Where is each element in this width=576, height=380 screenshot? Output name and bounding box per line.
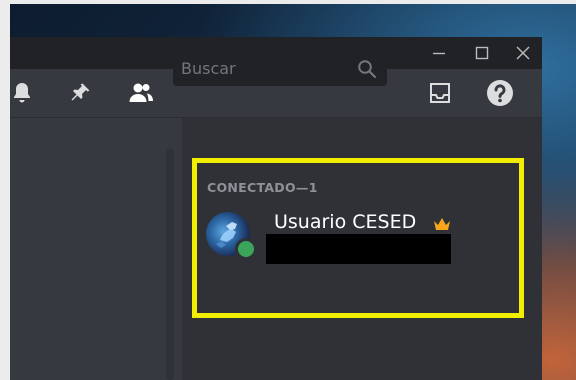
minimize-button[interactable] (422, 37, 456, 69)
screen-margin-left (0, 0, 10, 380)
pin-icon[interactable] (68, 81, 92, 105)
crown-icon (434, 218, 450, 230)
search-box[interactable]: Buscar (173, 52, 387, 86)
online-section-header: CONECTADO—1 (207, 180, 318, 195)
close-icon (516, 46, 530, 60)
minimize-icon (433, 52, 445, 55)
search-input[interactable]: Buscar (181, 60, 351, 78)
search-icon[interactable] (357, 59, 377, 79)
online-status-indicator (238, 241, 254, 257)
help-icon[interactable] (486, 79, 514, 107)
member-name[interactable]: Usuario CESED (274, 211, 416, 233)
bell-icon[interactable] (10, 81, 34, 105)
inbox-icon[interactable] (428, 81, 452, 105)
redacted-status-block (266, 234, 451, 264)
maximize-icon (475, 46, 489, 60)
chat-area (10, 118, 160, 380)
close-button[interactable] (506, 37, 540, 69)
chat-scrollbar[interactable] (166, 149, 174, 380)
members-icon[interactable] (128, 81, 153, 105)
screen-margin-top (0, 0, 576, 4)
maximize-button[interactable] (465, 37, 499, 69)
